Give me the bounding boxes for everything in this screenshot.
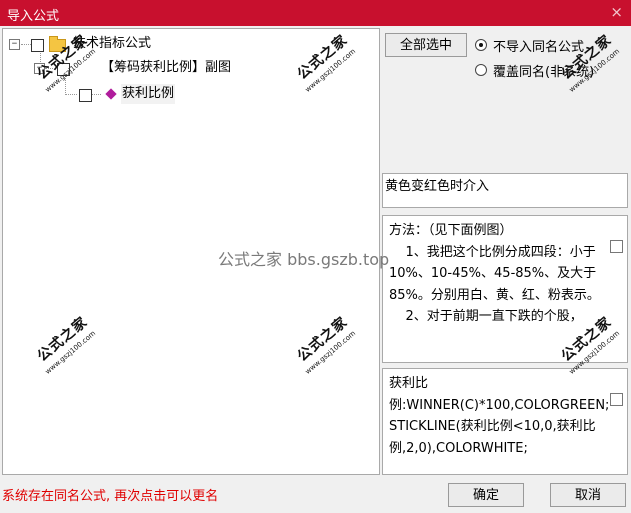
description-box: 黄色变红色时介入 — [382, 173, 628, 208]
status-message: 系统存在同名公式, 再次点击可以更名 — [2, 489, 219, 504]
skip-duplicate-radio[interactable] — [475, 39, 487, 51]
formula-icon — [105, 88, 117, 100]
overwrite-duplicate-radio[interactable] — [475, 64, 487, 76]
select-all-button[interactable]: 全部选中 — [385, 33, 467, 57]
method-text: 方法：（见下面例图） 1、我把这个比例分成四段：小于10%、10-45%、45-… — [389, 223, 600, 324]
tree-item-checkbox[interactable] — [31, 39, 44, 52]
ok-button[interactable]: 确定 — [448, 483, 524, 507]
tree-item-label[interactable]: 获利比例 — [121, 84, 176, 104]
description-text: 黄色变红色时介入 — [385, 179, 490, 194]
code-checkbox[interactable] — [610, 393, 623, 406]
cancel-button[interactable]: 取消 — [550, 483, 626, 507]
method-checkbox[interactable] — [610, 240, 623, 253]
close-icon[interactable]: × — [610, 3, 623, 21]
watermark-text: 公式之家 bbs.gszb.top — [218, 250, 390, 269]
title-bar: 导入公式 × — [0, 0, 631, 26]
window-title: 导入公式 — [7, 9, 60, 24]
tree-item-label[interactable]: 【筹码获利比例】副图 — [101, 58, 231, 78]
collapse-icon[interactable]: − — [9, 39, 20, 50]
code-text: 获利比例:WINNER(C)*100,COLORGREEN; STICKLINE… — [389, 376, 610, 456]
